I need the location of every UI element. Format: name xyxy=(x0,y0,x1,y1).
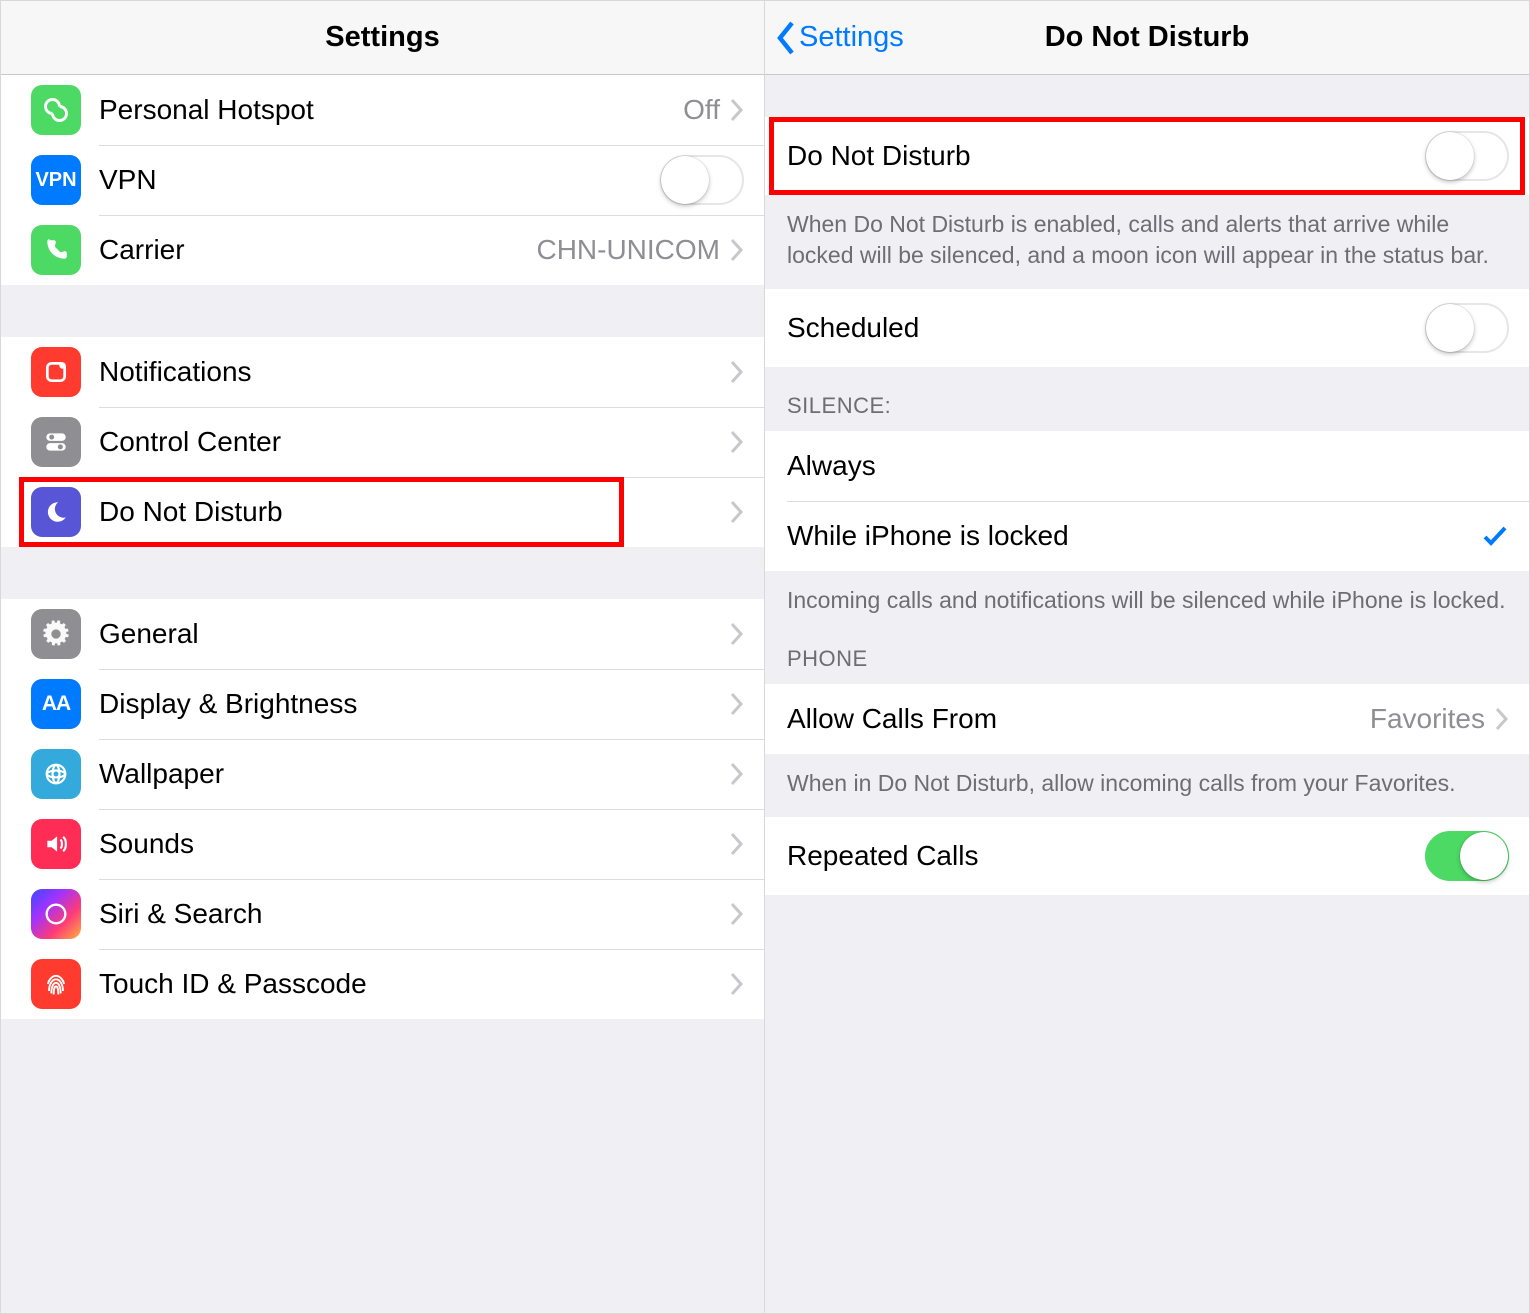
row-touch-id-passcode[interactable]: Touch ID & Passcode xyxy=(1,949,764,1019)
chevron-right-icon xyxy=(730,902,744,926)
row-label: Repeated Calls xyxy=(787,840,1425,872)
row-allow-calls-from[interactable]: Allow Calls From Favorites xyxy=(765,684,1529,754)
row-label: Always xyxy=(787,450,1509,482)
row-label: Do Not Disturb xyxy=(787,140,1425,172)
chevron-right-icon xyxy=(730,622,744,646)
allow-calls-footer-text: When in Do Not Disturb, allow incoming c… xyxy=(765,754,1529,817)
row-label: Display & Brightness xyxy=(99,688,730,720)
settings-pane: Settings Personal Hotspot Off VPN VPN xyxy=(1,1,765,1313)
chevron-right-icon xyxy=(730,692,744,716)
row-general[interactable]: General xyxy=(1,599,764,669)
back-label: Settings xyxy=(799,21,904,54)
scheduled-toggle[interactable] xyxy=(1425,303,1509,353)
silence-footer-text: Incoming calls and notifications will be… xyxy=(765,571,1529,634)
row-label: While iPhone is locked xyxy=(787,520,1481,552)
row-label: Siri & Search xyxy=(99,898,730,930)
row-label: Allow Calls From xyxy=(787,703,1370,735)
checkmark-icon xyxy=(1481,522,1509,550)
repeated-calls-toggle[interactable] xyxy=(1425,831,1509,881)
chevron-right-icon xyxy=(730,430,744,454)
dnd-toggle[interactable] xyxy=(1425,131,1509,181)
row-wallpaper[interactable]: Wallpaper xyxy=(1,739,764,809)
chevron-left-icon xyxy=(775,20,797,56)
chevron-right-icon xyxy=(730,238,744,262)
chevron-right-icon xyxy=(730,832,744,856)
row-display-brightness[interactable]: AA Display & Brightness xyxy=(1,669,764,739)
row-label: Do Not Disturb xyxy=(99,496,730,528)
row-label: General xyxy=(99,618,730,650)
vpn-icon: VPN xyxy=(31,155,81,205)
nav-bar: Settings Do Not Disturb xyxy=(765,1,1529,75)
row-value: Favorites xyxy=(1370,703,1485,735)
row-do-not-disturb[interactable]: Do Not Disturb xyxy=(1,477,764,547)
chevron-right-icon xyxy=(730,500,744,524)
row-siri-search[interactable]: Siri & Search xyxy=(1,879,764,949)
row-label: Wallpaper xyxy=(99,758,730,790)
row-dnd-toggle[interactable]: Do Not Disturb xyxy=(765,117,1529,195)
row-value: CHN-UNICOM xyxy=(536,234,720,266)
row-vpn[interactable]: VPN VPN xyxy=(1,145,764,215)
row-silence-always[interactable]: Always xyxy=(765,431,1529,501)
nav-bar: Settings xyxy=(1,1,764,75)
display-icon: AA xyxy=(31,679,81,729)
sounds-icon xyxy=(31,819,81,869)
phone-header: PHONE xyxy=(765,634,1529,684)
page-title: Settings xyxy=(1,21,764,54)
row-control-center[interactable]: Control Center xyxy=(1,407,764,477)
row-scheduled[interactable]: Scheduled xyxy=(765,289,1529,367)
chevron-right-icon xyxy=(730,360,744,384)
hotspot-icon xyxy=(31,85,81,135)
notifications-icon xyxy=(31,347,81,397)
siri-icon xyxy=(31,889,81,939)
row-value: Off xyxy=(683,94,720,126)
back-button[interactable]: Settings xyxy=(765,20,904,56)
chevron-right-icon xyxy=(730,98,744,122)
chevron-right-icon xyxy=(1495,707,1509,731)
chevron-right-icon xyxy=(730,762,744,786)
row-notifications[interactable]: Notifications xyxy=(1,337,764,407)
vpn-toggle[interactable] xyxy=(660,155,744,205)
phone-icon xyxy=(31,225,81,275)
row-silence-locked[interactable]: While iPhone is locked xyxy=(765,501,1529,571)
dnd-pane: Settings Do Not Disturb Do Not Disturb W… xyxy=(765,1,1529,1313)
gear-icon xyxy=(31,609,81,659)
silence-header: SILENCE: xyxy=(765,367,1529,431)
moon-icon xyxy=(31,487,81,537)
row-label: Personal Hotspot xyxy=(99,94,683,126)
chevron-right-icon xyxy=(730,972,744,996)
row-label: Sounds xyxy=(99,828,730,860)
row-label: Notifications xyxy=(99,356,730,388)
control-center-icon xyxy=(31,417,81,467)
row-carrier[interactable]: Carrier CHN-UNICOM xyxy=(1,215,764,285)
row-label: VPN xyxy=(99,164,660,196)
row-label: Touch ID & Passcode xyxy=(99,968,730,1000)
fingerprint-icon xyxy=(31,959,81,1009)
row-label: Carrier xyxy=(99,234,536,266)
row-label: Scheduled xyxy=(787,312,1425,344)
dnd-footer-text: When Do Not Disturb is enabled, calls an… xyxy=(765,195,1529,289)
wallpaper-icon xyxy=(31,749,81,799)
row-repeated-calls[interactable]: Repeated Calls xyxy=(765,817,1529,895)
row-label: Control Center xyxy=(99,426,730,458)
row-personal-hotspot[interactable]: Personal Hotspot Off xyxy=(1,75,764,145)
row-sounds[interactable]: Sounds xyxy=(1,809,764,879)
